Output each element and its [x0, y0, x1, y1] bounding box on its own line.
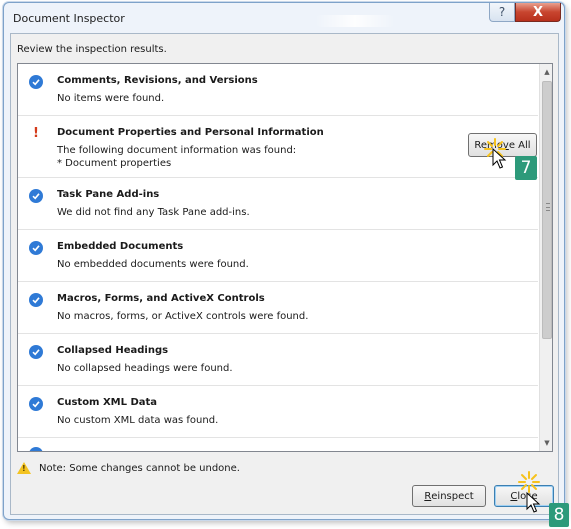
step-callout-badge: 8 — [549, 503, 569, 527]
result-item: Embedded Documents No embedded documents… — [18, 230, 538, 282]
window-close-button[interactable]: X — [515, 3, 561, 22]
grip-icon — [546, 203, 550, 211]
result-description: No collapsed headings were found. — [57, 363, 233, 374]
scroll-down-arrow-icon[interactable]: ▼ — [540, 435, 552, 451]
remove-all-label-post: e All — [508, 139, 531, 151]
result-description: The following document information was f… — [57, 145, 297, 169]
result-heading: Document Properties and Personal Informa… — [57, 127, 324, 138]
dialog-body: Review the inspection results. Comments,… — [10, 33, 559, 515]
result-item: Task Pane Add-ins We did not find any Ta… — [18, 178, 538, 230]
warning-triangle-icon: ! — [17, 462, 31, 474]
exclamation-icon: ! — [33, 126, 39, 141]
checkmark-circle-icon — [29, 345, 43, 359]
checkmark-circle-icon — [29, 241, 43, 255]
reinspect-button[interactable]: Reinspect — [412, 485, 486, 507]
results-list: Comments, Revisions, and Versions No ite… — [17, 63, 553, 452]
note-text: Note: Some changes cannot be undone. — [39, 462, 240, 474]
dialog-title: Document Inspector — [13, 12, 125, 25]
result-heading: Task Pane Add-ins — [57, 189, 160, 200]
review-label: Review the inspection results. — [17, 44, 167, 55]
checkmark-circle-icon — [29, 75, 43, 89]
result-heading: Embedded Documents — [57, 241, 184, 252]
result-description: No items were found. — [57, 93, 165, 104]
document-inspector-dialog: Document Inspector ? X Review the inspec… — [3, 2, 565, 520]
result-item: Macros, Forms, and ActiveX Controls No m… — [18, 282, 538, 334]
result-heading: Collapsed Headings — [57, 345, 169, 356]
scroll-up-arrow-icon[interactable]: ▲ — [540, 64, 552, 80]
result-description: We did not find any Task Pane add-ins. — [57, 207, 250, 218]
result-description: No macros, forms, or ActiveX controls we… — [57, 311, 309, 322]
note-row: ! Note: Some changes cannot be undone. — [17, 462, 240, 474]
result-item: Comments, Revisions, and Versions No ite… — [18, 64, 538, 116]
result-heading: Comments, Revisions, and Versions — [57, 75, 258, 86]
result-description: No custom XML data was found. — [57, 415, 219, 426]
result-item-partial — [18, 438, 538, 451]
checkmark-circle-icon — [29, 447, 43, 451]
help-button[interactable]: ? — [489, 3, 515, 22]
reinspect-access-key: R — [424, 490, 432, 502]
scroll-thumb[interactable] — [542, 81, 552, 339]
title-bar: Document Inspector ? X — [4, 3, 564, 33]
result-heading: Macros, Forms, and ActiveX Controls — [57, 293, 265, 304]
result-description: No embedded documents were found. — [57, 259, 249, 270]
result-item: Collapsed Headings No collapsed headings… — [18, 334, 538, 386]
checkmark-circle-icon — [29, 293, 43, 307]
result-heading: Custom XML Data — [57, 397, 158, 408]
mouse-cursor-icon — [492, 148, 507, 169]
reinspect-label: einspect — [431, 490, 474, 502]
mouse-cursor-icon — [526, 492, 541, 513]
checkmark-circle-icon — [29, 189, 43, 203]
vertical-scrollbar[interactable]: ▲ ▼ — [539, 64, 552, 451]
result-item: Custom XML Data No custom XML data was f… — [18, 386, 538, 438]
click-sparkle-icon — [518, 471, 540, 493]
result-item-document-properties: ! Document Properties and Personal Infor… — [18, 116, 538, 178]
background-window-ghost — [315, 15, 395, 27]
checkmark-circle-icon — [29, 397, 43, 411]
step-callout-badge: 7 — [515, 156, 537, 180]
